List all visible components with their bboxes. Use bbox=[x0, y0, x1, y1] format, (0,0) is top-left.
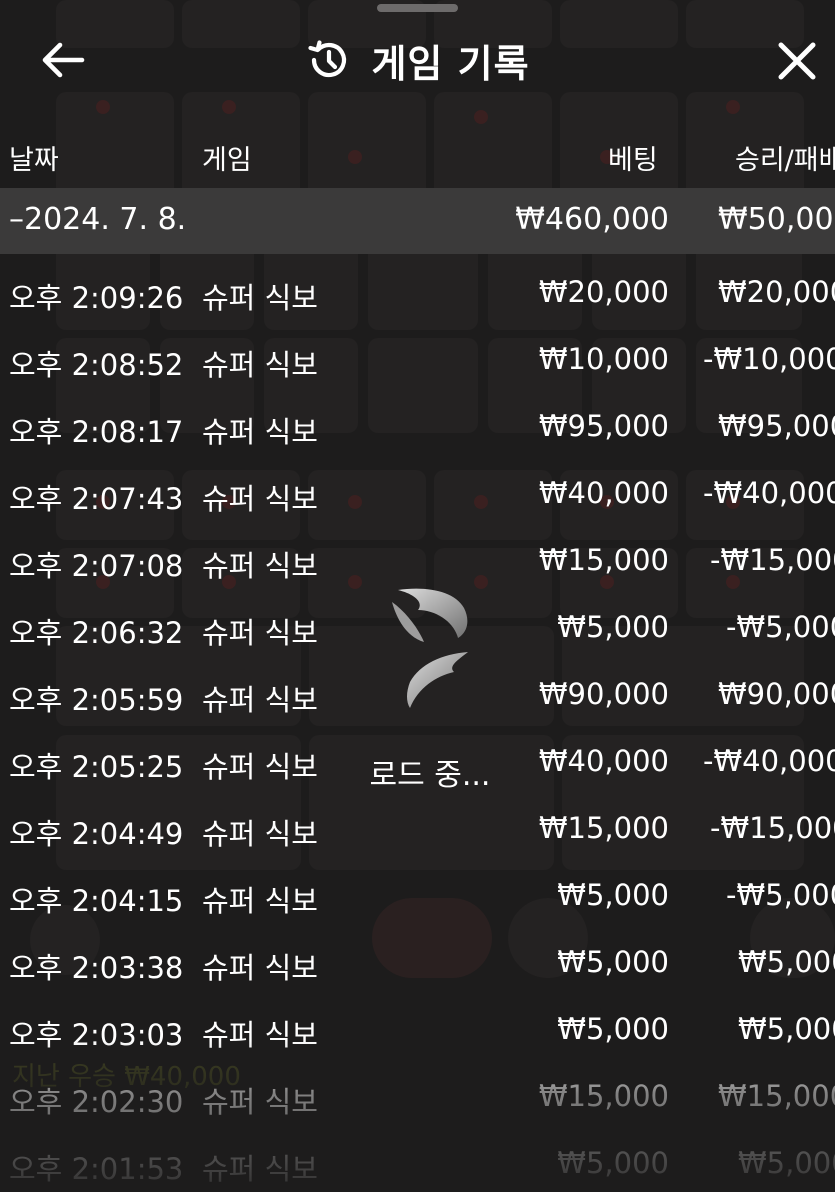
row-time: 오후 2:06:32 bbox=[9, 616, 184, 650]
row-win-loss: ₩90,000 bbox=[718, 677, 835, 711]
row-time: 오후 2:08:17 bbox=[9, 415, 184, 449]
row-win-loss: -₩40,000 bbox=[703, 476, 835, 510]
row-time: 오후 2:05:59 bbox=[9, 683, 184, 717]
row-time: 오후 2:08:52 bbox=[9, 348, 184, 382]
row-win-loss: -₩15,000 bbox=[710, 543, 835, 577]
date-group-win-loss-total: ₩50,000 bbox=[718, 202, 835, 237]
date-group-label: –2024. 7. 8. bbox=[9, 202, 187, 237]
row-bet: ₩40,000 bbox=[538, 476, 669, 510]
row-bet: ₩10,000 bbox=[538, 342, 669, 376]
loading-text: 로드 중... bbox=[369, 758, 491, 793]
row-win-loss: -₩15,000 bbox=[710, 811, 835, 845]
row-time: 오후 2:04:49 bbox=[9, 817, 184, 851]
row-game: 슈퍼 식보 bbox=[202, 281, 318, 315]
date-group-row[interactable]: –2024. 7. 8. ₩460,000 ₩50,000 bbox=[0, 188, 835, 254]
row-win-loss: ₩15,000 bbox=[718, 1079, 835, 1113]
column-header-date[interactable]: 날짜 bbox=[9, 138, 59, 177]
column-header-win-loss[interactable]: 승리/패배 bbox=[735, 138, 835, 177]
row-game: 슈퍼 식보 bbox=[202, 1152, 318, 1186]
row-win-loss: ₩5,000 bbox=[738, 1146, 835, 1180]
row-game: 슈퍼 식보 bbox=[202, 1018, 318, 1052]
game-history-screen: 게임 기록 날짜 게임 베팅 승리/패배 –2024. 7. 8. ₩460,0… bbox=[0, 0, 835, 1192]
sheet-grabber-handle[interactable] bbox=[377, 4, 458, 12]
date-group-bet-total: ₩460,000 bbox=[515, 202, 669, 237]
history-row[interactable]: 오후 2:01:53 슈퍼 식보 ₩5,000 ₩5,000 bbox=[0, 1132, 835, 1192]
row-game: 슈퍼 식보 bbox=[202, 1085, 318, 1119]
row-win-loss: -₩5,000 bbox=[726, 878, 835, 912]
loading-indicator: 로드 중... bbox=[360, 570, 500, 800]
row-time: 오후 2:09:26 bbox=[9, 281, 184, 315]
column-header-bet[interactable]: 베팅 bbox=[608, 138, 658, 177]
row-time: 오후 2:03:03 bbox=[9, 1018, 184, 1052]
back-button[interactable] bbox=[40, 38, 88, 82]
row-time: 오후 2:01:53 bbox=[9, 1152, 184, 1186]
row-bet: ₩15,000 bbox=[538, 1079, 669, 1113]
row-bet: ₩5,000 bbox=[557, 610, 669, 644]
row-win-loss: -₩5,000 bbox=[726, 610, 835, 644]
row-bet: ₩5,000 bbox=[557, 878, 669, 912]
row-win-loss: ₩5,000 bbox=[738, 945, 835, 979]
row-win-loss: ₩5,000 bbox=[738, 1012, 835, 1046]
column-header-row: 날짜 게임 베팅 승리/패배 bbox=[0, 124, 835, 184]
row-bet: ₩95,000 bbox=[538, 409, 669, 443]
row-game: 슈퍼 식보 bbox=[202, 616, 318, 650]
history-icon bbox=[308, 40, 347, 78]
row-game: 슈퍼 식보 bbox=[202, 683, 318, 717]
loading-spinner-icon bbox=[392, 588, 468, 708]
history-row[interactable]: 오후 2:08:17 슈퍼 식보 ₩95,000 ₩95,000 bbox=[0, 395, 835, 462]
row-time: 오후 2:07:43 bbox=[9, 482, 184, 516]
history-row[interactable]: 오후 2:04:15 슈퍼 식보 ₩5,000 -₩5,000 bbox=[0, 864, 835, 931]
row-time: 오후 2:05:25 bbox=[9, 750, 184, 784]
row-game: 슈퍼 식보 bbox=[202, 482, 318, 516]
row-time: 오후 2:04:15 bbox=[9, 884, 184, 918]
history-row[interactable]: 오후 2:09:26 슈퍼 식보 ₩20,000 ₩20,000 bbox=[0, 261, 835, 328]
row-bet: ₩5,000 bbox=[557, 1146, 669, 1180]
row-win-loss: -₩10,000 bbox=[703, 342, 835, 376]
arrow-left-icon bbox=[42, 42, 85, 78]
row-win-loss: ₩20,000 bbox=[718, 275, 835, 309]
history-row[interactable]: 오후 2:03:03 슈퍼 식보 ₩5,000 ₩5,000 bbox=[0, 998, 835, 1065]
row-game: 슈퍼 식보 bbox=[202, 951, 318, 985]
row-game: 슈퍼 식보 bbox=[202, 415, 318, 449]
row-game: 슈퍼 식보 bbox=[202, 549, 318, 583]
row-bet: ₩90,000 bbox=[538, 677, 669, 711]
close-icon bbox=[778, 42, 816, 80]
history-row[interactable]: 오후 2:03:38 슈퍼 식보 ₩5,000 ₩5,000 bbox=[0, 931, 835, 998]
row-win-loss: ₩95,000 bbox=[718, 409, 835, 443]
row-time: 오후 2:02:30 bbox=[9, 1085, 184, 1119]
row-time: 오후 2:03:38 bbox=[9, 951, 184, 985]
row-bet: ₩15,000 bbox=[538, 543, 669, 577]
title-group: 게임 기록 bbox=[0, 18, 835, 102]
page-title: 게임 기록 bbox=[371, 41, 530, 86]
row-bet: ₩5,000 bbox=[557, 945, 669, 979]
row-bet: ₩40,000 bbox=[538, 744, 669, 778]
close-button[interactable] bbox=[772, 36, 822, 86]
row-bet: ₩5,000 bbox=[557, 1012, 669, 1046]
row-game: 슈퍼 식보 bbox=[202, 750, 318, 784]
row-time: 오후 2:07:08 bbox=[9, 549, 184, 583]
row-bet: ₩20,000 bbox=[538, 275, 669, 309]
row-game: 슈퍼 식보 bbox=[202, 884, 318, 918]
history-row[interactable]: 오후 2:08:52 슈퍼 식보 ₩10,000 -₩10,000 bbox=[0, 328, 835, 395]
history-row[interactable]: 오후 2:02:30 슈퍼 식보 ₩15,000 ₩15,000 bbox=[0, 1065, 835, 1132]
row-game: 슈퍼 식보 bbox=[202, 348, 318, 382]
row-game: 슈퍼 식보 bbox=[202, 817, 318, 851]
row-bet: ₩15,000 bbox=[538, 811, 669, 845]
history-row[interactable]: 오후 2:07:43 슈퍼 식보 ₩40,000 -₩40,000 bbox=[0, 462, 835, 529]
top-bar: 게임 기록 bbox=[0, 18, 835, 102]
row-win-loss: -₩40,000 bbox=[703, 744, 835, 778]
column-header-game[interactable]: 게임 bbox=[202, 138, 252, 177]
history-row[interactable]: 오후 2:04:49 슈퍼 식보 ₩15,000 -₩15,000 bbox=[0, 797, 835, 864]
